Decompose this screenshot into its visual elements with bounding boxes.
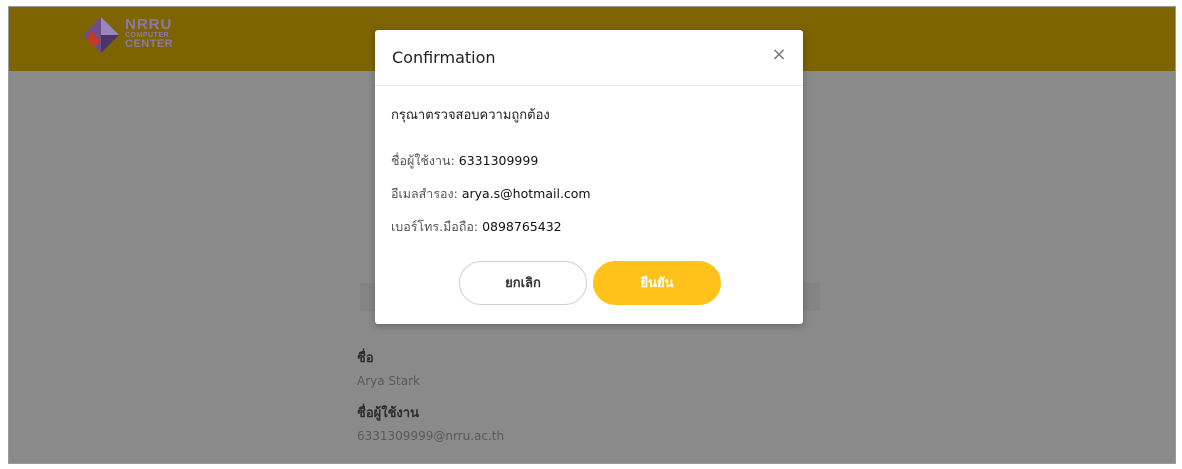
field-phone: เบอร์โทร.มือถือ: 0898765432: [391, 217, 803, 237]
cancel-button[interactable]: ยกเลิก: [459, 261, 587, 305]
app-window: NRRU COMPUTER CENTER ชื่อ Arya Stark ชื่…: [8, 6, 1176, 464]
username-value: 6331309999@nrru.ac.th: [357, 429, 505, 443]
field-username-label: ชื่อผู้ใช้งาน:: [391, 153, 459, 168]
logo-emblem-icon: [83, 17, 119, 53]
logo-line-1: NRRU: [125, 16, 173, 33]
field-username-value: 6331309999: [458, 153, 539, 168]
field-phone-value: 0898765432: [482, 219, 562, 234]
name-value: Arya Stark: [357, 374, 420, 388]
logo-line-3: CENTER: [125, 38, 174, 50]
confirm-button[interactable]: ยืนยัน: [593, 261, 721, 305]
field-email-value: arya.s@hotmail.com: [461, 186, 591, 201]
confirmation-dialog: Confirmation × กรุณาตรวจสอบความถูกต้อง ช…: [375, 30, 803, 324]
close-icon[interactable]: ×: [769, 45, 789, 65]
name-label: ชื่อ: [357, 351, 374, 366]
field-email: อีเมลสำรอง: arya.s@hotmail.com: [391, 184, 803, 204]
dialog-actions: ยกเลิก ยืนยัน: [459, 261, 721, 307]
field-email-label: อีเมลสำรอง:: [391, 186, 462, 201]
dialog-body: กรุณาตรวจสอบความถูกต้อง ชื่อผู้ใช้งาน: 6…: [375, 86, 803, 237]
nrru-logo[interactable]: NRRU COMPUTER CENTER: [79, 13, 219, 59]
field-phone-label: เบอร์โทร.มือถือ:: [391, 219, 483, 234]
dialog-title: Confirmation: [392, 48, 496, 67]
field-username: ชื่อผู้ใช้งาน: 6331309999: [391, 151, 803, 171]
dialog-header: Confirmation ×: [375, 30, 803, 86]
profile-info: ชื่อ Arya Stark ชื่อผู้ใช้งาน 6331309999…: [357, 347, 504, 457]
instruction-text: กรุณาตรวจสอบความถูกต้อง: [391, 108, 550, 123]
username-label: ชื่อผู้ใช้งาน: [357, 406, 419, 421]
logo-text: NRRU COMPUTER CENTER: [125, 17, 173, 50]
